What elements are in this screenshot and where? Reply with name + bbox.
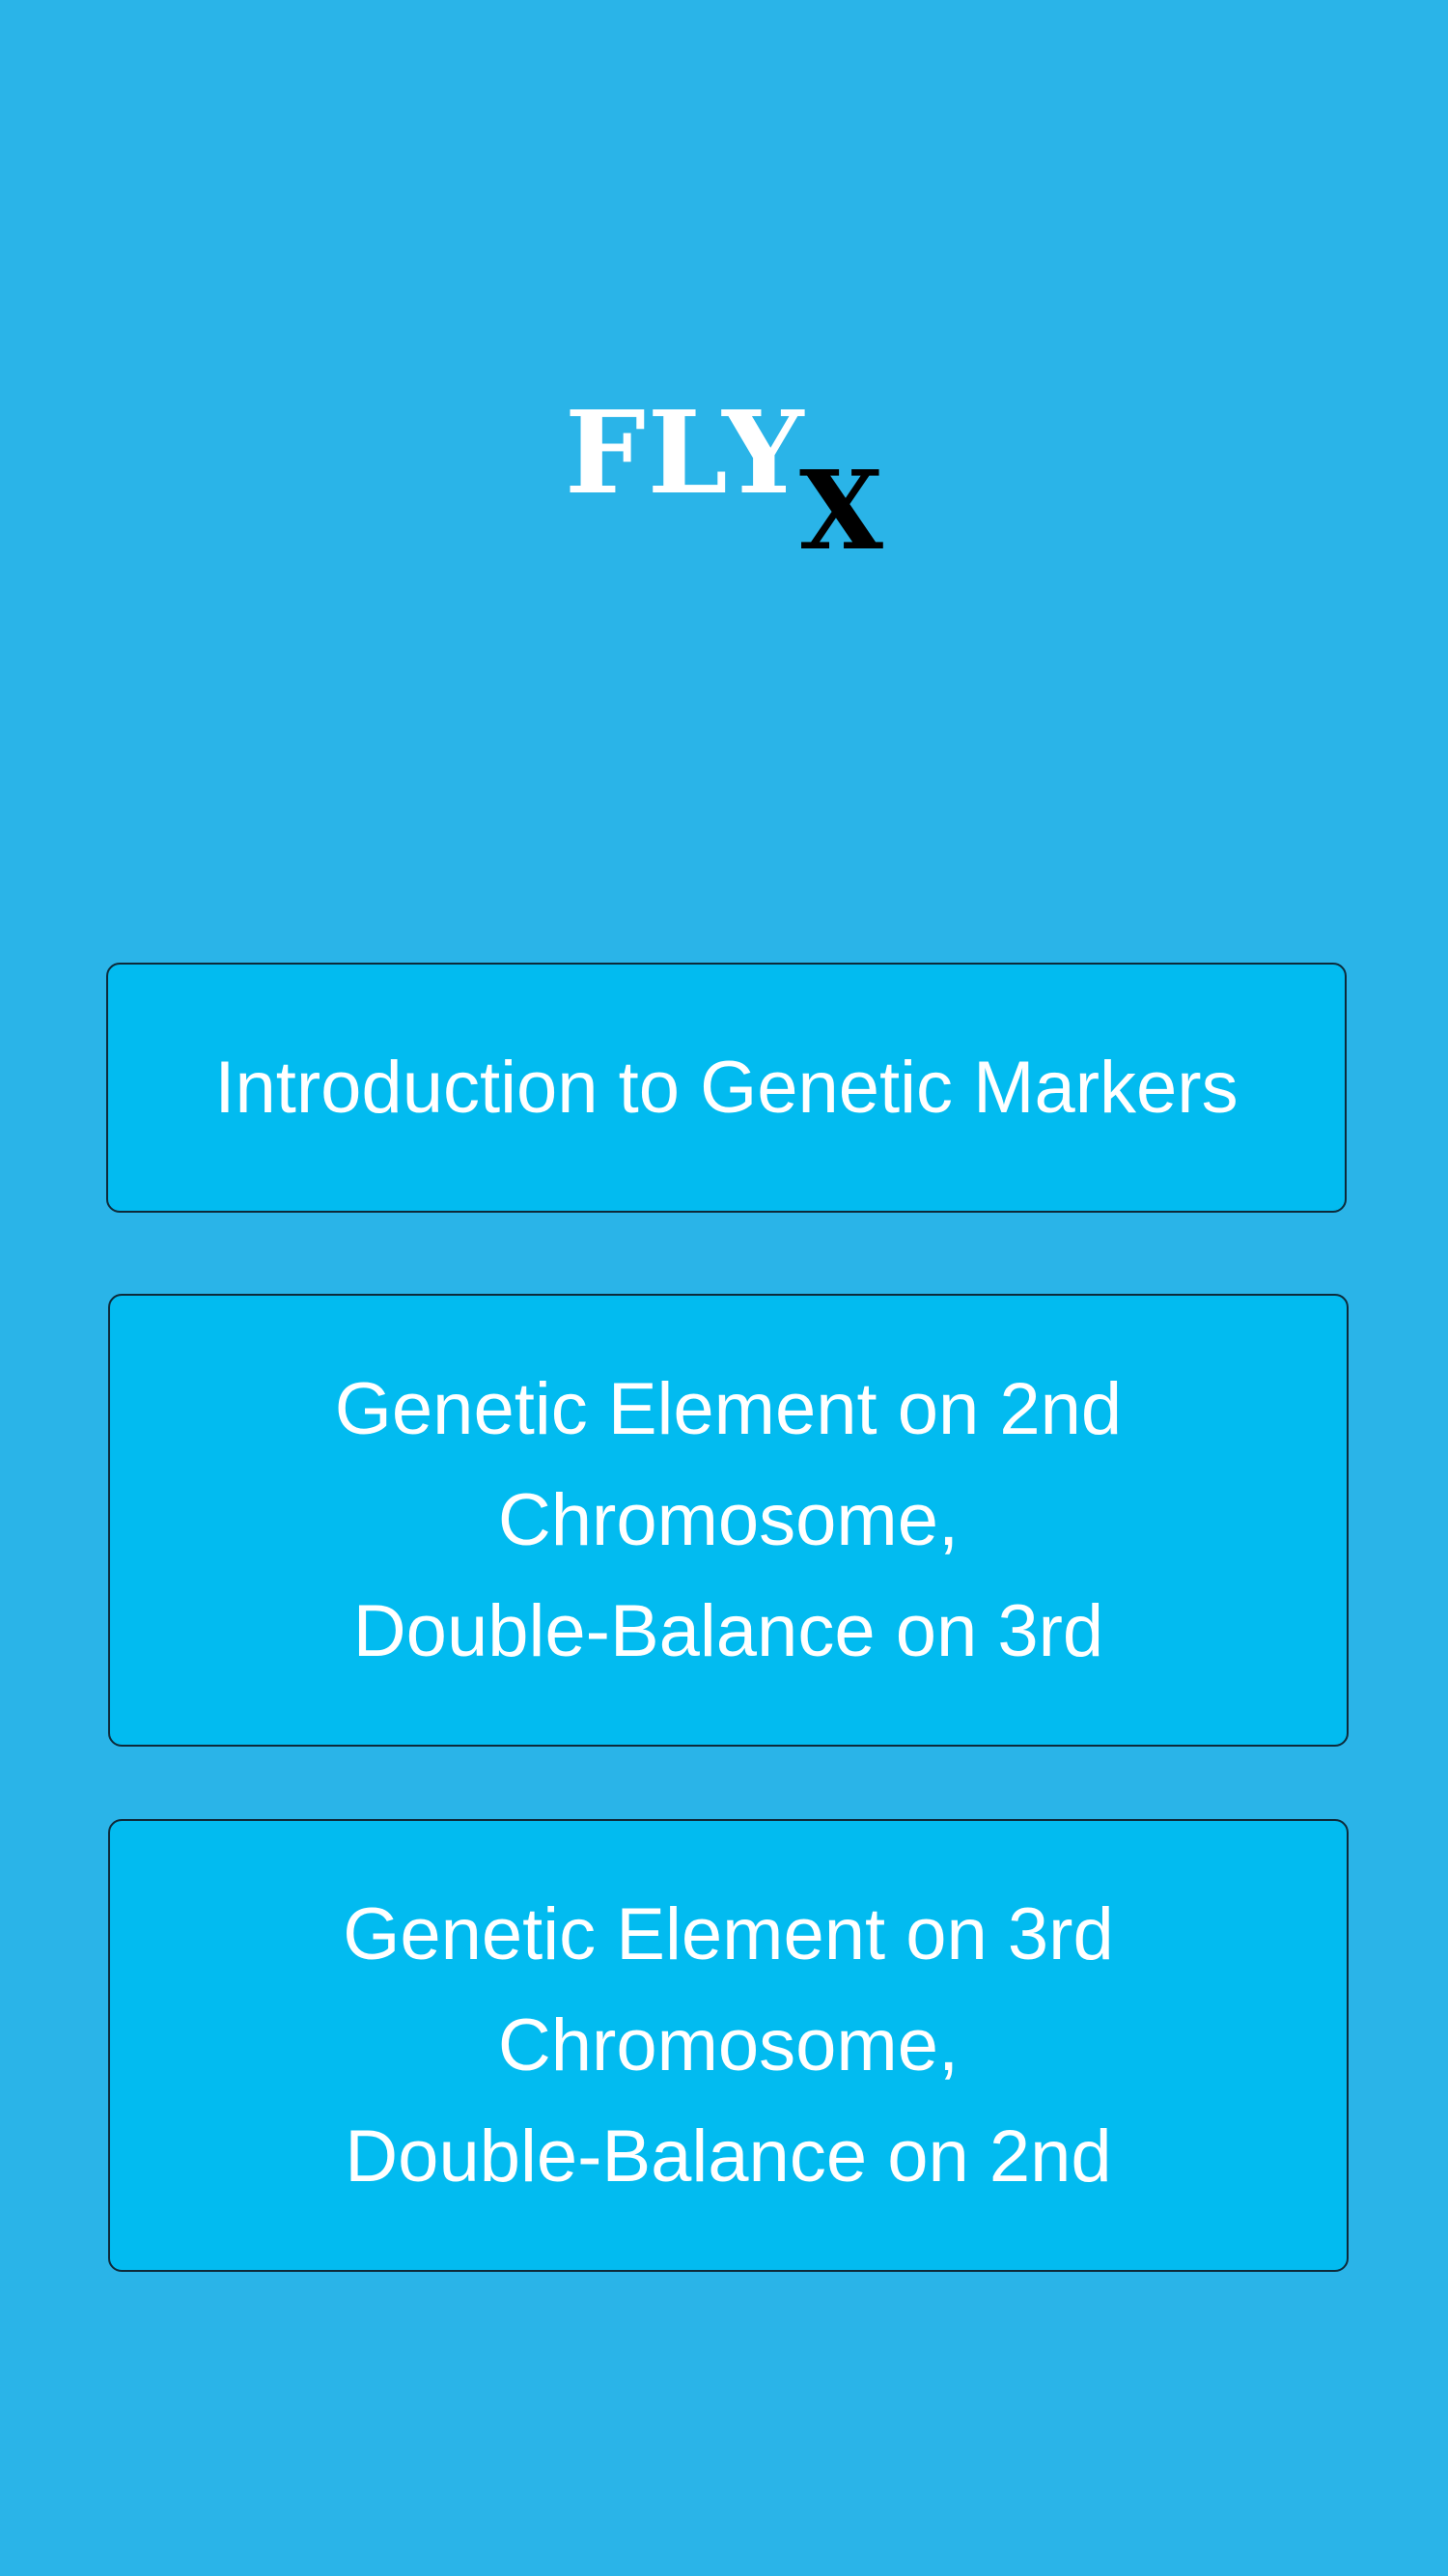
intro-genetic-markers-label: Introduction to Genetic Markers [214,1047,1239,1129]
home-screen: FLY X Introduction to Genetic Markers Ge… [0,0,1448,2576]
element-2nd-chromosome-button[interactable]: Genetic Element on 2nd Chromosome, Doubl… [108,1294,1349,1747]
element-3rd-chromosome-label: Genetic Element on 3rd Chromosome, Doubl… [343,1893,1114,2198]
app-logo: FLY X [565,396,893,570]
logo-x-text: X [799,448,883,574]
element-2nd-chromosome-label: Genetic Element on 2nd Chromosome, Doubl… [334,1368,1123,1672]
element-3rd-chromosome-button[interactable]: Genetic Element on 3rd Chromosome, Doubl… [108,1819,1349,2272]
logo-fly-text: FLY [565,385,806,519]
intro-genetic-markers-button[interactable]: Introduction to Genetic Markers [106,963,1347,1213]
